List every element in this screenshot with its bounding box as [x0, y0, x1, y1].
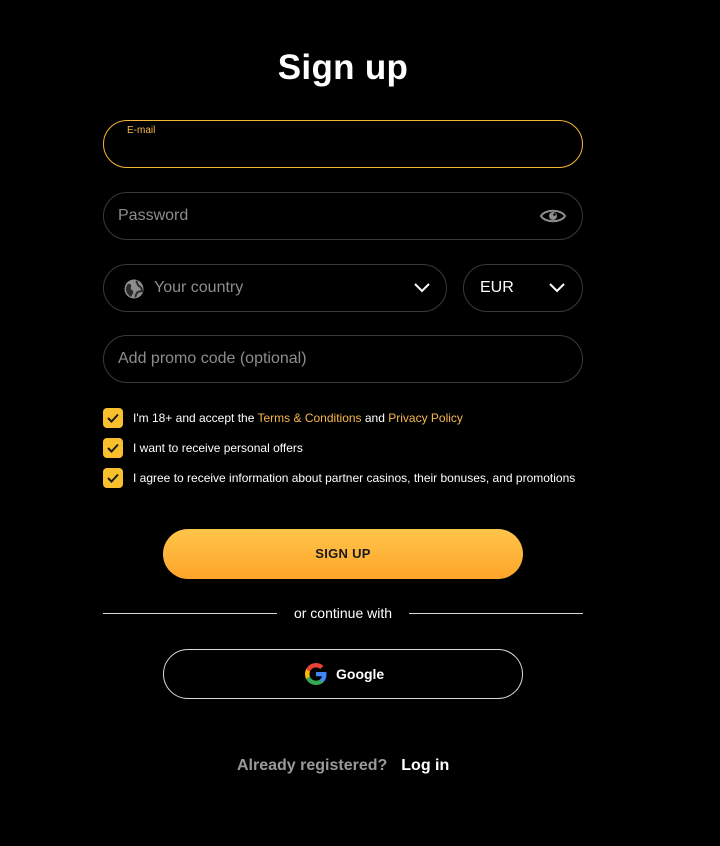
- email-field[interactable]: E-mail: [103, 120, 583, 168]
- promo-code-field[interactable]: [103, 335, 583, 383]
- currency-select[interactable]: EUR: [463, 264, 583, 312]
- partners-label: I agree to receive information about par…: [133, 471, 576, 485]
- password-input[interactable]: [118, 193, 532, 239]
- log-in-link[interactable]: Log in: [401, 757, 449, 774]
- google-icon: [305, 663, 327, 685]
- google-button-label: Google: [336, 666, 385, 682]
- divider-line-right: [409, 613, 583, 614]
- chevron-down-icon: [549, 283, 565, 293]
- country-select[interactable]: Your country: [103, 264, 447, 312]
- checkmark-icon: [107, 473, 119, 483]
- divider-text: or continue with: [293, 605, 393, 621]
- checkmark-icon: [107, 443, 119, 453]
- login-prompt: Already registered? Log in: [237, 757, 449, 775]
- sign-up-button[interactable]: SIGN UP: [163, 529, 523, 579]
- age-terms-checkbox[interactable]: [103, 408, 123, 428]
- eye-icon[interactable]: [540, 206, 566, 226]
- divider-line-left: [103, 613, 277, 614]
- terms-link[interactable]: Terms & Conditions: [258, 411, 362, 425]
- country-placeholder: Your country: [154, 279, 244, 296]
- password-field[interactable]: [103, 192, 583, 240]
- partners-checkbox[interactable]: [103, 468, 123, 488]
- age-terms-middle: and: [361, 411, 389, 425]
- checkmark-icon: [107, 413, 119, 423]
- promo-code-input[interactable]: [118, 336, 532, 382]
- offers-label: I want to receive personal offers: [133, 441, 303, 455]
- offers-checkbox[interactable]: [103, 438, 123, 458]
- email-input[interactable]: [118, 135, 532, 167]
- chevron-down-icon: [414, 283, 430, 293]
- age-terms-prefix: I'm 18+ and accept the: [133, 411, 258, 425]
- globe-icon: [124, 279, 144, 299]
- page-title: Sign up: [277, 48, 409, 87]
- signup-page: Sign up E-mail Your country EUR Add prom…: [0, 0, 720, 846]
- google-sign-in-button[interactable]: Google: [163, 649, 523, 699]
- currency-value: EUR: [480, 279, 514, 296]
- privacy-link[interactable]: Privacy Policy: [388, 411, 463, 425]
- already-registered-text: Already registered?: [237, 757, 388, 774]
- age-terms-label: I'm 18+ and accept the Terms & Condition…: [133, 411, 463, 425]
